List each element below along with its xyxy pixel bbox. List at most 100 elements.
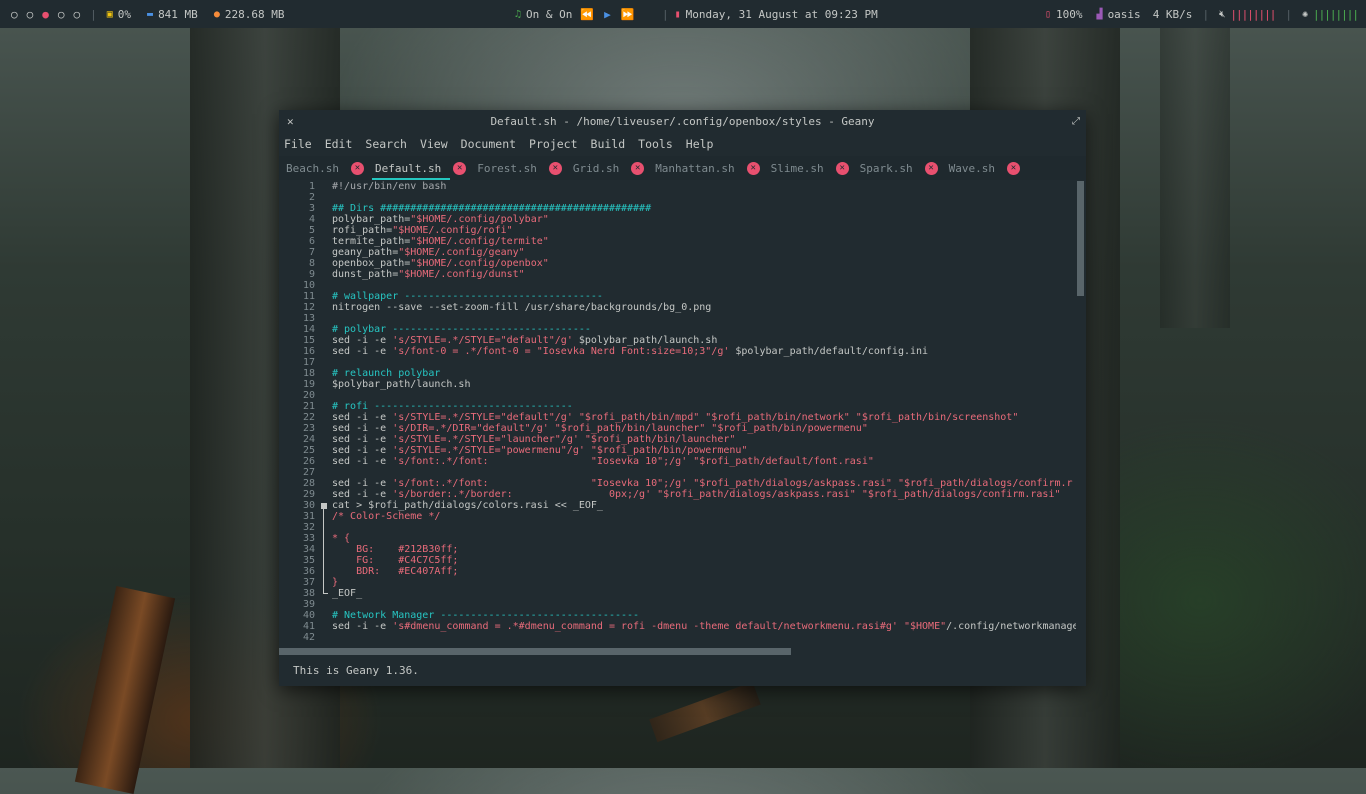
- tab-default[interactable]: Default.sh ✕: [368, 156, 470, 180]
- tab-manhattan[interactable]: Manhattan.sh ✕: [648, 156, 763, 180]
- vertical-scrollbar[interactable]: [1077, 181, 1084, 296]
- close-tab-icon[interactable]: ✕: [631, 161, 645, 175]
- code-line[interactable]: # relaunch polybar: [332, 368, 1076, 379]
- menu-edit[interactable]: Edit: [325, 137, 353, 151]
- code-line[interactable]: _EOF_: [332, 588, 1076, 599]
- line-number: 33: [302, 533, 315, 544]
- workspace-2[interactable]: ○: [27, 8, 34, 21]
- code-line[interactable]: # rofi ---------------------------------: [332, 401, 1076, 412]
- close-tab-icon[interactable]: ✕: [835, 161, 849, 175]
- fold-margin[interactable]: [318, 181, 328, 648]
- code-line[interactable]: [332, 192, 1076, 203]
- code-line[interactable]: sed -i -e 's/STYLE=.*/STYLE="launcher"/g…: [332, 434, 1076, 445]
- code-token: 's/STYLE=.*/STYLE="default"/g' "$rofi_pa…: [392, 412, 1019, 423]
- line-number: 31: [302, 511, 315, 522]
- menu-help[interactable]: Help: [686, 137, 714, 151]
- volume-level[interactable]: ||||||||: [1230, 8, 1276, 21]
- menu-project[interactable]: Project: [529, 137, 577, 151]
- code-line[interactable]: geany_path="$HOME/.config/geany": [332, 247, 1076, 258]
- code-line[interactable]: # wallpaper ----------------------------…: [332, 291, 1076, 302]
- code-line[interactable]: sed -i -e 's/font-0 = .*/font-0 = "Iosev…: [332, 346, 1076, 357]
- code-line[interactable]: [332, 280, 1076, 291]
- tab-slime[interactable]: Slime.sh ✕: [764, 156, 853, 180]
- tab-wave[interactable]: Wave.sh ✕: [942, 156, 1024, 180]
- workspace-1[interactable]: ○: [11, 8, 18, 21]
- code-line[interactable]: sed -i -e 's/font:.*/font: "Iosevka 10";…: [332, 456, 1076, 467]
- code-line[interactable]: # Network Manager ----------------------…: [332, 610, 1076, 621]
- code-line[interactable]: sed -i -e 's#dmenu_command = .*#dmenu_co…: [332, 621, 1076, 632]
- code-line[interactable]: * {: [332, 533, 1076, 544]
- brightness-level[interactable]: ||||||||: [1313, 8, 1359, 21]
- close-tab-icon[interactable]: ✕: [350, 161, 364, 175]
- code-line[interactable]: sed -i -e 's/DIR=.*/DIR="default"/g' "$r…: [332, 423, 1076, 434]
- fold-line-end: [323, 593, 328, 594]
- tab-grid[interactable]: Grid.sh ✕: [566, 156, 648, 180]
- code-line[interactable]: sed -i -e 's/STYLE=.*/STYLE="powermenu"/…: [332, 445, 1076, 456]
- code-line[interactable]: # polybar ------------------------------…: [332, 324, 1076, 335]
- code-line[interactable]: sed -i -e 's/border:.*/border: 0px;/g' "…: [332, 489, 1076, 500]
- close-tab-icon[interactable]: ✕: [746, 161, 760, 175]
- code-token: sed -i -e: [332, 346, 393, 357]
- close-tab-icon[interactable]: ✕: [1007, 161, 1020, 175]
- fold-marker-icon[interactable]: [321, 503, 327, 509]
- line-number: 4: [308, 214, 315, 225]
- code-line[interactable]: [332, 599, 1076, 610]
- code-line[interactable]: ## Dirs ################################…: [332, 203, 1076, 214]
- code-line[interactable]: sed -i -e 's/STYLE=.*/STYLE="default"/g'…: [332, 412, 1076, 423]
- line-number: 35: [302, 555, 315, 566]
- code-line[interactable]: BDR: #EC407Aff;: [332, 566, 1076, 577]
- code-line[interactable]: sed -i -e 's/font:.*/font: "Iosevka 10";…: [332, 478, 1076, 489]
- code-area[interactable]: #!/usr/bin/env bash ## Dirs #############…: [332, 181, 1076, 648]
- code-token: 's/font-0 = .*/font-0 = "Iosevka Nerd Fo…: [392, 346, 730, 357]
- menu-tools[interactable]: Tools: [638, 137, 673, 151]
- close-tab-icon[interactable]: ✕: [548, 161, 562, 175]
- title-bar[interactable]: ✕ Default.sh - /home/liveuser/.config/op…: [279, 110, 1086, 132]
- code-line[interactable]: [332, 357, 1076, 368]
- code-line[interactable]: rofi_path="$HOME/.config/rofi": [332, 225, 1076, 236]
- horizontal-scrollbar[interactable]: [279, 648, 791, 655]
- previous-icon[interactable]: ⏪: [580, 8, 594, 21]
- code-line[interactable]: cat > $rofi_path/dialogs/colors.rasi << …: [332, 500, 1076, 511]
- code-line[interactable]: }: [332, 577, 1076, 588]
- tree-trunk: [1160, 28, 1230, 328]
- code-line[interactable]: openbox_path="$HOME/.config/openbox": [332, 258, 1076, 269]
- tab-label: Wave.sh: [948, 161, 995, 175]
- code-line[interactable]: [332, 632, 1076, 643]
- tab-label: Slime.sh: [770, 161, 824, 175]
- code-line[interactable]: sed -i -e 's/STYLE=.*/STYLE="default"/g'…: [332, 335, 1076, 346]
- menu-search[interactable]: Search: [365, 137, 407, 151]
- workspace-3[interactable]: ●: [42, 8, 49, 21]
- workspace-4[interactable]: ○: [58, 8, 65, 21]
- code-line[interactable]: [332, 313, 1076, 324]
- code-token: 's/STYLE=.*/STYLE="default"/g': [392, 335, 573, 346]
- menu-build[interactable]: Build: [591, 137, 626, 151]
- code-line[interactable]: polybar_path="$HOME/.config/polybar": [332, 214, 1076, 225]
- code-line[interactable]: dunst_path="$HOME/.config/dunst": [332, 269, 1076, 280]
- code-line[interactable]: /* Color-Scheme */: [332, 511, 1076, 522]
- code-line[interactable]: termite_path="$HOME/.config/termite": [332, 236, 1076, 247]
- code-line[interactable]: BG: #212B30ff;: [332, 544, 1076, 555]
- memory-value: 841 MB: [158, 7, 198, 21]
- close-tab-icon[interactable]: ✕: [453, 161, 467, 175]
- code-line[interactable]: #!/usr/bin/env bash: [332, 181, 1076, 192]
- next-icon[interactable]: ⏩: [621, 8, 635, 21]
- tab-beach[interactable]: Beach.sh ✕: [279, 156, 368, 180]
- tab-spark[interactable]: Spark.sh ✕: [853, 156, 942, 180]
- code-line[interactable]: [332, 522, 1076, 533]
- tab-forest[interactable]: Forest.sh ✕: [470, 156, 566, 180]
- maximize-icon[interactable]: ⤢: [1072, 116, 1080, 127]
- line-number: 32: [302, 522, 315, 533]
- menu-file[interactable]: File: [284, 137, 312, 151]
- volume-icon[interactable]: 🔇︎: [1219, 9, 1225, 20]
- code-line[interactable]: $polybar_path/launch.sh: [332, 379, 1076, 390]
- close-tab-icon[interactable]: ✕: [924, 161, 938, 175]
- menu-document[interactable]: Document: [461, 137, 516, 151]
- code-editor[interactable]: 1 2 3 4 5 6 7 8 9 10 11 12 13 14 15 16 17 18 19 20 21 22 23 24 2…: [279, 181, 1086, 648]
- code-line[interactable]: FG: #C4C7C5ff;: [332, 555, 1076, 566]
- workspace-5[interactable]: ○: [74, 8, 81, 21]
- play-icon[interactable]: ▶: [604, 8, 611, 21]
- code-line[interactable]: [332, 467, 1076, 478]
- code-line[interactable]: [332, 390, 1076, 401]
- code-line[interactable]: nitrogen --save --set-zoom-fill /usr/sha…: [332, 302, 1076, 313]
- menu-view[interactable]: View: [420, 137, 448, 151]
